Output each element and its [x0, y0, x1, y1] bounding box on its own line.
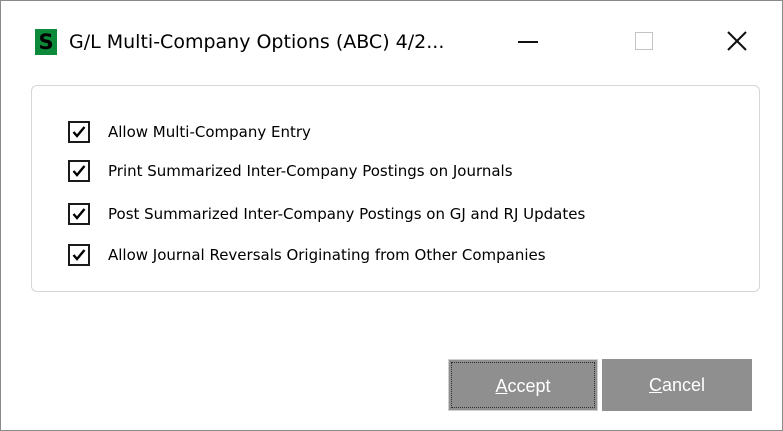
checkbox[interactable] — [68, 244, 90, 266]
title-bar[interactable]: S G/L Multi-Company Options (ABC) 4/2... — [1, 1, 782, 81]
maximize-button — [613, 21, 673, 61]
checkmark-icon — [72, 126, 86, 138]
checkmark-icon — [72, 165, 86, 177]
options-group: Allow Multi-Company Entry Print Summariz… — [31, 85, 760, 292]
checkbox-allow-multi-company-entry[interactable]: Allow Multi-Company Entry — [68, 119, 311, 145]
cancel-mnemonic: C — [648, 375, 662, 395]
dialog-window: S G/L Multi-Company Options (ABC) 4/2...… — [0, 0, 783, 431]
accept-button[interactable]: Accept — [448, 359, 598, 411]
window-title: G/L Multi-Company Options (ABC) 4/2... — [69, 31, 445, 53]
minimize-button[interactable] — [498, 21, 558, 61]
checkbox-post-summarized-postings[interactable]: Post Summarized Inter-Company Postings o… — [68, 201, 585, 227]
accept-label: ccept — [507, 376, 551, 396]
cancel-label: ancel — [661, 375, 706, 395]
checkbox-allow-journal-reversals[interactable]: Allow Journal Reversals Originating from… — [68, 242, 546, 268]
accept-mnemonic: A — [495, 376, 508, 396]
checkbox[interactable] — [68, 160, 90, 182]
checkbox-label: Post Summarized Inter-Company Postings o… — [108, 205, 586, 223]
checkbox[interactable] — [68, 203, 90, 225]
close-button[interactable] — [707, 21, 767, 61]
minimize-icon — [518, 41, 538, 43]
maximize-icon — [635, 32, 653, 50]
checkbox-label: Allow Journal Reversals Originating from… — [108, 246, 546, 264]
checkbox-label: Print Summarized Inter-Company Postings … — [108, 162, 513, 180]
checkbox-print-summarized-postings[interactable]: Print Summarized Inter-Company Postings … — [68, 158, 513, 184]
cancel-button[interactable]: Cancel — [602, 359, 752, 411]
sage-app-icon: S — [35, 29, 57, 55]
checkmark-icon — [72, 249, 86, 261]
checkbox-label: Allow Multi-Company Entry — [108, 123, 311, 141]
close-icon — [727, 31, 747, 51]
checkmark-icon — [72, 208, 86, 220]
checkbox[interactable] — [68, 121, 90, 143]
